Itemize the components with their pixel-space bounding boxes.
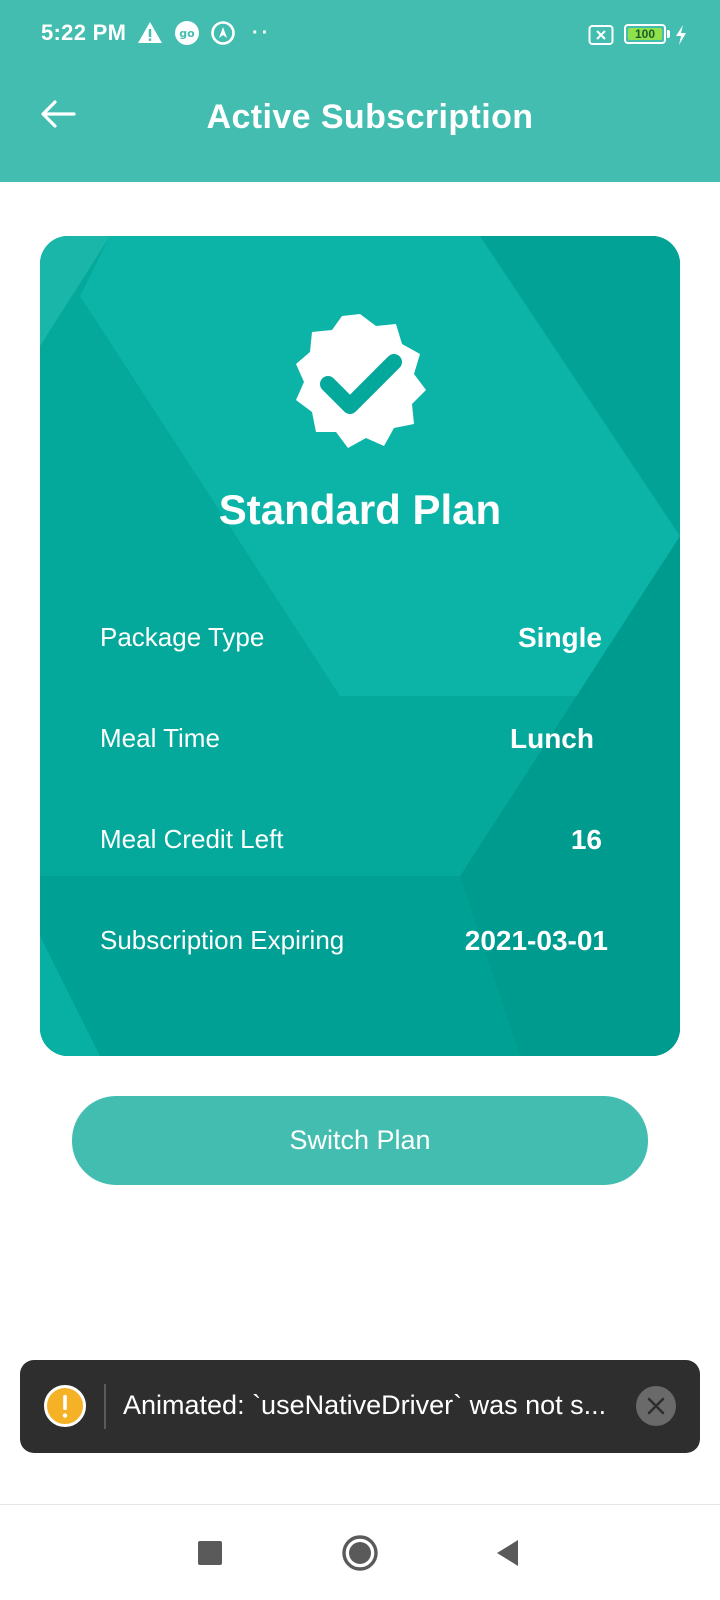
sim-off-icon bbox=[588, 25, 614, 45]
detail-value: 16 bbox=[570, 824, 602, 855]
status-more-dots: ·· bbox=[252, 22, 272, 44]
detail-row-meal-credit-left: Meal Credit Left 16 bbox=[100, 824, 640, 864]
recents-square-icon[interactable] bbox=[188, 1531, 232, 1575]
app-header: 5:22 PM go ·· 100 Active Subscription bbox=[0, 0, 720, 182]
status-time: 5:22 PM bbox=[41, 20, 127, 45]
detail-row-subscription-expiring: Subscription Expiring 2021-03-01 bbox=[100, 925, 640, 965]
svg-text:go: go bbox=[179, 27, 195, 40]
navigation-icon bbox=[211, 21, 235, 45]
detail-value: 2021-03-01 bbox=[464, 925, 608, 956]
plan-name: Standard Plan bbox=[218, 486, 502, 533]
go-icon: go bbox=[175, 21, 199, 45]
detail-value: Lunch bbox=[510, 723, 594, 754]
home-circle-icon[interactable] bbox=[338, 1531, 382, 1575]
detail-value: Single bbox=[517, 622, 602, 653]
detail-label: Package Type bbox=[100, 622, 265, 652]
toast-close-button[interactable] bbox=[636, 1386, 676, 1426]
detail-label: Meal Time bbox=[100, 723, 220, 753]
verified-check-badge-icon bbox=[296, 314, 426, 448]
switch-plan-button[interactable]: Switch Plan bbox=[72, 1096, 648, 1185]
detail-label: Subscription Expiring bbox=[100, 925, 345, 955]
detail-row-package-type: Package Type Single bbox=[100, 622, 640, 662]
battery-tip bbox=[667, 30, 670, 38]
close-icon bbox=[647, 1397, 665, 1415]
status-bar: 5:22 PM go ·· 100 bbox=[0, 0, 720, 70]
warning-icon bbox=[138, 22, 162, 43]
warning-toast[interactable]: Animated: `useNativeDriver` was not s... bbox=[20, 1360, 700, 1453]
toast-divider bbox=[104, 1384, 106, 1429]
system-navigation-bar bbox=[0, 1504, 720, 1600]
battery-icon: 100 bbox=[624, 24, 666, 44]
toast-message: Animated: `useNativeDriver` was not s... bbox=[123, 1390, 607, 1420]
detail-label: Meal Credit Left bbox=[100, 824, 284, 854]
charging-icon bbox=[676, 25, 686, 45]
back-triangle-icon[interactable] bbox=[486, 1531, 530, 1575]
detail-row-meal-time: Meal Time Lunch bbox=[100, 723, 640, 763]
page-title: Active Subscription bbox=[206, 98, 534, 136]
screen: 5:22 PM go ·· 100 Active Subscription St… bbox=[0, 0, 720, 1600]
subscription-card: Standard Plan Package Type Single Meal T… bbox=[40, 236, 680, 1056]
warning-circle-icon bbox=[44, 1385, 86, 1427]
battery-level: 100 bbox=[628, 28, 662, 40]
